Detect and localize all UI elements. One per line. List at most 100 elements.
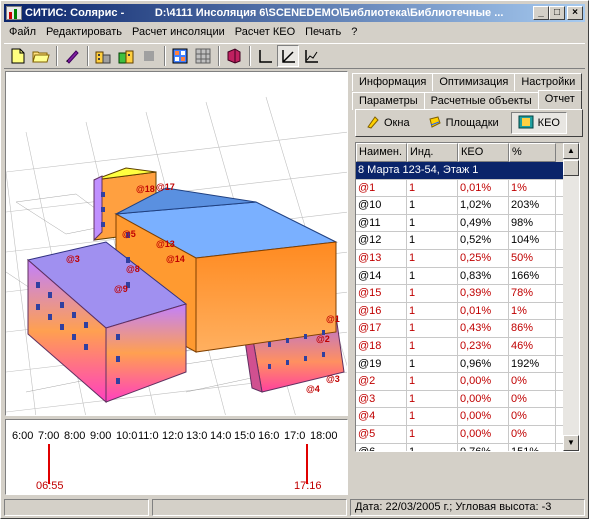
tab-parameters[interactable]: Параметры [352,92,425,110]
subtab-keo[interactable]: КЕО [510,112,567,134]
menu-insolation[interactable]: Расчет инсоляции [127,26,230,38]
row-percent-cell: 192% [509,355,556,373]
table-body: @1 1 0,01% 1% @10 1 1,02% 203% @11 1 0,49% 98% @12 1 0… [356,179,579,451]
minimize-button[interactable]: _ [533,6,549,20]
toolbar-separator [164,46,166,66]
axes-diagonal-icon[interactable] [277,45,299,67]
axes-icon[interactable] [254,45,276,67]
column-header-index[interactable]: Инд. [407,143,458,162]
book-icon[interactable] [223,45,245,67]
time-scale[interactable]: 6:00 7:00 8:00 9:00 10:0 11:0 12:0 13:0 … [5,419,348,495]
table-row[interactable]: @2 1 0,00% 0% [356,373,579,391]
buildings-icon[interactable] [92,45,114,67]
hour-label: 15:0 [234,430,256,442]
toolbar [4,43,585,69]
toolbar-separator [218,46,220,66]
grid-view-alt-icon[interactable] [192,45,214,67]
row-name-cell: @19 [356,355,407,373]
menu-print[interactable]: Печать [300,26,346,38]
row-percent-cell: 78% [509,285,556,302]
report-subtabs: Окна Площадки КЕО [355,109,583,137]
svg-text:@1: @1 [326,314,340,324]
status-pane-left [4,499,149,516]
new-file-icon[interactable] [7,45,29,67]
row-keo-cell: 0,00% [458,408,509,425]
row-name-cell: @4 [356,408,407,425]
buildings-alt-icon[interactable] [115,45,137,67]
tab-optimization[interactable]: Оптимизация [432,73,516,91]
row-name-cell: @12 [356,232,407,249]
hour-label: 14:0 [210,430,232,442]
area-icon [428,115,442,132]
row-name-cell: @1 [356,179,407,197]
menu-keo[interactable]: Расчет КЕО [230,26,300,38]
table-header: Наимен. Инд. КЕО % [356,143,579,162]
column-header-name[interactable]: Наимен. [356,143,407,162]
row-keo-cell: 0,83% [458,267,509,285]
hour-label: 9:00 [90,430,112,442]
row-name-cell: @2 [356,373,407,390]
hour-label: 13:0 [186,430,208,442]
table-row[interactable]: @13 1 0,25% 50% [356,249,579,268]
table-row[interactable]: @17 1 0,43% 86% [356,320,579,338]
tab-info[interactable]: Информация [352,73,434,91]
menu-help[interactable]: ? [346,26,362,38]
tab-report[interactable]: Отчет [537,90,582,110]
app-icon[interactable] [6,6,22,20]
chart-icon[interactable] [300,45,322,67]
row-index-cell: 1 [407,373,458,390]
group-row-label: 8 Марта 123-54, Этаж 1 [358,164,479,176]
menu-bar: Файл Редактировать Расчет инсоляции Расч… [4,23,362,41]
row-keo-cell: 0,76% [458,443,509,451]
grid-view-icon[interactable] [169,45,191,67]
properties-panel: Информация Оптимизация Настройки Парамет… [352,71,585,496]
vertical-scrollbar[interactable]: ▲ ▼ [563,143,579,451]
close-button[interactable]: × [567,6,583,20]
tab-calc-objects[interactable]: Расчетные объекты [423,92,539,110]
group-row-selected[interactable]: 8 Марта 123-54, Этаж 1 [356,162,579,180]
keo-table[interactable]: Наимен. Инд. КЕО % 8 Марта 123-54, Этаж … [355,142,580,452]
menu-edit[interactable]: Редактировать [41,26,127,38]
table-row[interactable]: @12 1 0,52% 104% [356,232,579,250]
row-name-cell: @18 [356,337,407,355]
row-percent-cell: 151% [509,443,556,451]
table-row[interactable]: @19 1 0,96% 192% [356,355,579,374]
table-row[interactable]: @18 1 0,23% 46% [356,337,579,356]
stop-icon[interactable] [138,45,160,67]
table-row[interactable]: @14 1 0,83% 166% [356,267,579,286]
start-marker[interactable] [48,444,50,484]
scroll-up-button[interactable]: ▲ [563,143,579,159]
scene-3d-view[interactable]: @18 @17 @5 @8 @9 @3 @13 @14 @1 @2 @3 @4 [5,71,348,416]
tab-settings[interactable]: Настройки [514,73,583,91]
table-row[interactable]: @3 1 0,00% 0% [356,390,579,409]
row-index-cell: 1 [407,408,458,425]
table-row[interactable]: @10 1 1,02% 203% [356,197,579,215]
table-row[interactable]: @16 1 0,01% 1% [356,302,579,321]
row-name-cell: @10 [356,197,407,214]
table-row[interactable]: @4 1 0,00% 0% [356,408,579,426]
column-header-percent[interactable]: % [509,143,556,162]
table-row[interactable]: @15 1 0,39% 78% [356,285,579,303]
scroll-down-button[interactable]: ▼ [563,435,579,451]
menu-file[interactable]: Файл [4,26,41,38]
subtab-areas[interactable]: Площадки [422,112,505,134]
end-marker[interactable] [306,444,308,484]
open-folder-icon[interactable] [30,45,52,67]
row-index-cell: 1 [407,285,458,302]
table-row[interactable]: @11 1 0,49% 98% [356,214,579,233]
column-header-keo[interactable]: КЕО [458,143,509,162]
maximize-button[interactable]: □ [549,6,565,20]
row-percent-cell: 0% [509,425,556,443]
row-name-cell: @14 [356,267,407,285]
subtab-keo-label: КЕО [537,117,560,129]
scroll-thumb[interactable] [563,160,579,176]
row-percent-cell: 50% [509,249,556,267]
row-keo-cell: 0,43% [458,320,509,337]
row-name-cell: @13 [356,249,407,267]
pen-tool-icon[interactable] [61,45,83,67]
table-row[interactable]: @6 1 0,76% 151% [356,443,579,451]
subtab-windows[interactable]: Окна [360,112,416,134]
table-row[interactable]: @5 1 0,00% 0% [356,425,579,444]
table-row[interactable]: @1 1 0,01% 1% [356,179,579,198]
title-bar[interactable]: СИТИС: Солярис - D:\4111 Инсоляция 6\SCE… [4,4,585,22]
